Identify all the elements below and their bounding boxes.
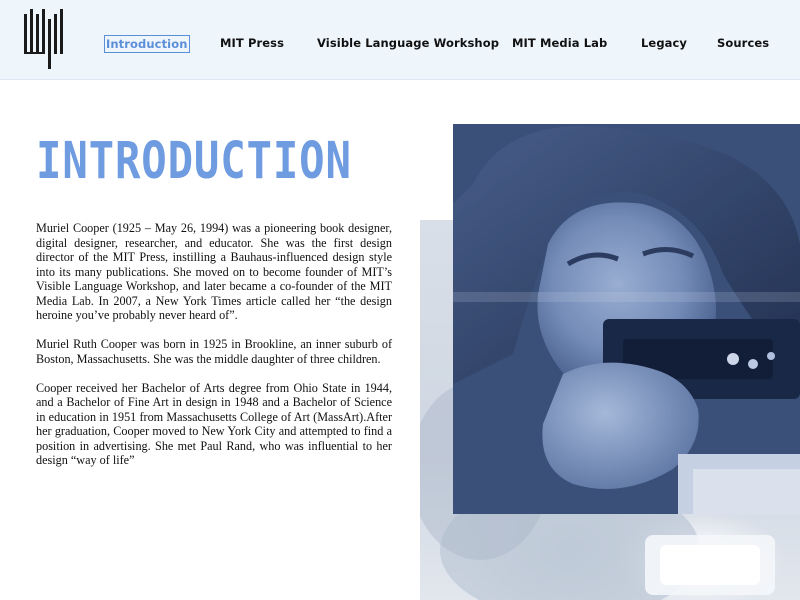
article-paragraph: Cooper received her Bachelor of Arts deg… (36, 380, 392, 468)
portrait-photo (453, 124, 800, 514)
nav-introduction[interactable]: Introduction (104, 35, 190, 53)
article-body: Muriel Cooper (1925 – May 26, 1994) was … (36, 221, 392, 482)
nav-visible-language-workshop[interactable]: Visible Language Workshop (317, 36, 499, 52)
article-paragraph: Muriel Ruth Cooper was born in 1925 in B… (36, 337, 392, 366)
site-header: Introduction MIT Press Visible Language … (0, 0, 800, 80)
article-paragraph: Muriel Cooper (1925 – May 26, 1994) was … (36, 221, 392, 322)
nav-sources[interactable]: Sources (717, 36, 769, 52)
logo-icon[interactable] (24, 9, 64, 69)
nav-mit-media-lab[interactable]: MIT Media Lab (512, 36, 607, 52)
nav-mit-press[interactable]: MIT Press (220, 36, 284, 52)
page-title: INTRODUCTION (36, 132, 352, 191)
nav-legacy[interactable]: Legacy (641, 36, 687, 52)
